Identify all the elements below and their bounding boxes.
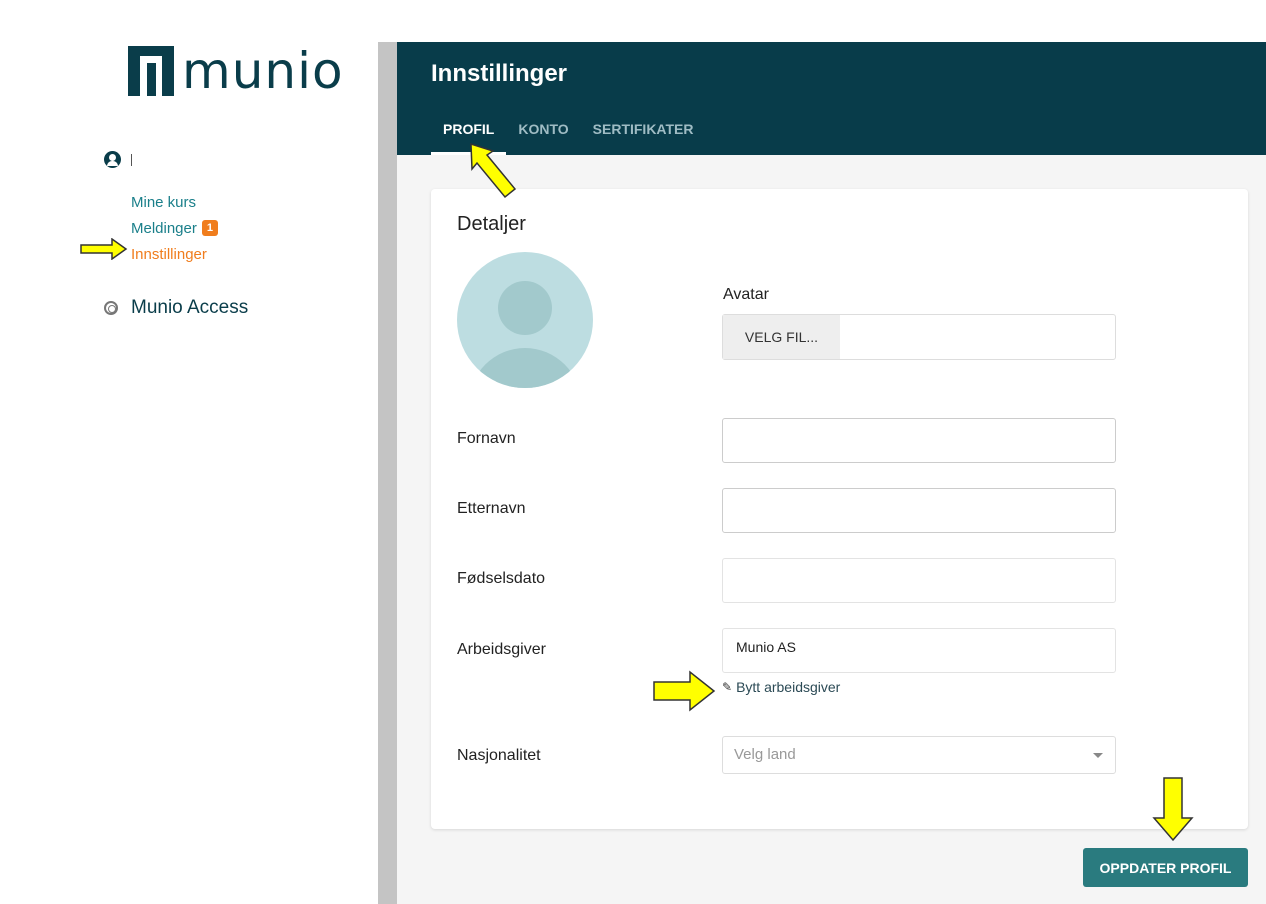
- employer-input[interactable]: Munio AS: [722, 628, 1116, 673]
- munio-access-label: Munio Access: [131, 297, 249, 318]
- update-profile-button[interactable]: OPPDATER PROFIL: [1083, 848, 1248, 887]
- first-name-label: Fornavn: [457, 430, 516, 447]
- first-name-input[interactable]: [722, 418, 1116, 463]
- last-name-label: Etternavn: [457, 500, 526, 517]
- unread-badge: 1: [201, 220, 218, 236]
- page-header: Innstillinger PROFIL KONTO SERTIFIKATER: [397, 42, 1266, 155]
- last-name-input[interactable]: [722, 488, 1116, 533]
- avatar-file-input[interactable]: VELG FIL...: [722, 314, 1116, 360]
- avatar-label: Avatar: [723, 286, 769, 303]
- user-circle-icon: [104, 151, 121, 168]
- munio-logo-mark: [128, 46, 174, 96]
- munio-logo[interactable]: munio: [128, 46, 344, 96]
- nationality-placeholder: Velg land: [734, 746, 796, 763]
- highlight-arrow-icon: [653, 670, 716, 712]
- nationality-select[interactable]: Velg land: [722, 736, 1116, 774]
- change-employer-link[interactable]: ✎ Bytt arbeidsgiver: [722, 679, 840, 695]
- logo-text: munio: [182, 42, 344, 100]
- nationality-label: Nasjonalitet: [457, 747, 541, 764]
- highlight-arrow-icon: [1152, 777, 1194, 842]
- user-name-cursor: [131, 153, 132, 166]
- card-title: Detaljer: [457, 213, 526, 235]
- page-title: Innstillinger: [431, 60, 568, 87]
- munio-access-link[interactable]: Munio Access: [104, 297, 248, 319]
- employer-label: Arbeidsgiver: [457, 641, 546, 658]
- fingerprint-icon: [104, 301, 118, 315]
- highlight-arrow-icon: [470, 142, 517, 199]
- sidebar-item-label: Meldinger: [131, 219, 197, 237]
- birthdate-label: Fødselsdato: [457, 570, 546, 587]
- sidebar: munio Mine kurs Meldinger 1 Innstillinge…: [0, 0, 378, 904]
- sidebar-item-label: Innstillinger: [131, 245, 207, 263]
- profile-details-card: Detaljer Avatar VELG FIL... Fornavn Ette…: [431, 189, 1248, 829]
- sidebar-nav: Mine kurs Meldinger 1 Innstillinger: [131, 189, 218, 267]
- sidebar-item-meldinger[interactable]: Meldinger 1: [131, 215, 218, 241]
- birthdate-input[interactable]: [722, 558, 1116, 603]
- choose-file-button[interactable]: VELG FIL...: [723, 315, 840, 359]
- avatar-placeholder: [457, 252, 593, 388]
- scrollbar-divider: [378, 42, 397, 904]
- sidebar-item-mine-kurs[interactable]: Mine kurs: [131, 189, 218, 215]
- chevron-down-icon: [1093, 753, 1103, 758]
- highlight-arrow-icon: [80, 238, 128, 260]
- user-menu[interactable]: [104, 151, 132, 168]
- sidebar-item-label: Mine kurs: [131, 193, 197, 211]
- pencil-icon: ✎: [722, 680, 733, 694]
- sidebar-item-innstillinger[interactable]: Innstillinger: [131, 241, 218, 267]
- main-content: Innstillinger PROFIL KONTO SERTIFIKATER …: [397, 42, 1266, 904]
- change-employer-label: Bytt arbeidsgiver: [736, 679, 841, 695]
- tab-sertifikater[interactable]: SERTIFIKATER: [581, 120, 706, 155]
